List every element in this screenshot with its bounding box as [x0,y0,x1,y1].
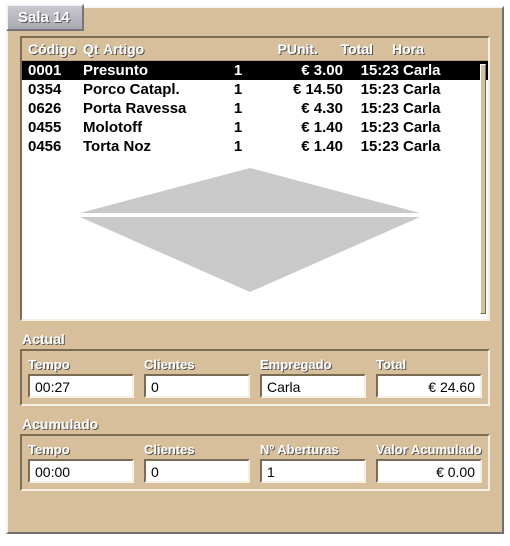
section-acumulado-row: Tempo 00:00 Clientes 0 Nº Aberturas 1 Va… [20,434,490,491]
cell-qt: 1 [213,119,263,136]
cell-codigo: 0626 [28,100,83,117]
acum-aberturas-label: Nº Aberturas [260,442,366,457]
cell-punit: € 3.00 [263,62,343,79]
vertical-scrollbar[interactable] [480,64,486,314]
actual-clientes-field[interactable]: 0 [144,374,250,398]
main-window: Sala 14 Código Qt Artigo PUnit. Total Ho… [6,6,504,534]
window-title-tab: Sala 14 [6,4,84,31]
sort-indicators [22,168,478,292]
cell-qt: 1 [213,138,263,155]
items-list-panel: Código Qt Artigo PUnit. Total Hora 0001P… [20,36,490,321]
cell-qt: 1 [213,100,263,117]
scroll-up-icon[interactable] [80,168,420,213]
cell-artigo: Torta Noz [83,138,213,155]
acum-valor-label: Valor Acumulado [376,442,482,457]
window-title: Sala 14 [18,9,70,26]
section-actual-row: Tempo 00:27 Clientes 0 Empregado Carla T… [20,349,490,406]
table-row[interactable]: 0455Molotoff1€ 1.4015:23Carla [22,118,488,137]
list-header: Código Qt Artigo PUnit. Total Hora [22,38,488,61]
table-row[interactable]: 0626Porta Ravessa1€ 4.3015:23Carla [22,99,488,118]
cell-qt: 1 [213,62,263,79]
cell-artigo: Presunto [83,62,213,79]
cell-user: Carla [403,100,473,117]
col-qt: Qt [83,41,103,57]
col-hora: Hora [392,41,482,57]
table-row[interactable]: 0354Porco Catapl.1€ 14.5015:23Carla [22,80,488,99]
col-codigo: Código [28,41,83,57]
actual-tempo-field[interactable]: 00:27 [28,374,134,398]
acum-aberturas-field[interactable]: 1 [260,459,366,483]
cell-punit: € 4.30 [263,100,343,117]
table-row[interactable]: 0456Torta Noz1€ 1.4015:23Carla [22,137,488,156]
actual-tempo-label: Tempo [28,357,134,372]
cell-punit: € 1.40 [263,119,343,136]
actual-empregado-field[interactable]: Carla [260,374,366,398]
cell-artigo: Molotoff [83,119,213,136]
cell-user: Carla [403,81,473,98]
cell-codigo: 0456 [28,138,83,155]
cell-time: 15:23 [343,138,403,155]
cell-artigo: Porta Ravessa [83,100,213,117]
cell-time: 15:23 [343,100,403,117]
list-rows: 0001Presunto1€ 3.0015:23Carla0354Porco C… [22,61,488,156]
acum-tempo-field[interactable]: 00:00 [28,459,134,483]
cell-punit: € 1.40 [263,138,343,155]
content-area: Código Qt Artigo PUnit. Total Hora 0001P… [8,8,502,501]
section-actual-label: Actual [22,331,490,347]
acum-clientes-field[interactable]: 0 [144,459,250,483]
actual-empregado-label: Empregado [260,357,366,372]
cell-user: Carla [403,119,473,136]
cell-codigo: 0455 [28,119,83,136]
actual-clientes-label: Clientes [144,357,250,372]
cell-artigo: Porco Catapl. [83,81,213,98]
cell-time: 15:23 [343,62,403,79]
acum-valor-field[interactable]: € 0.00 [376,459,482,483]
col-artigo: Artigo [103,41,243,57]
col-punit: PUnit. [243,41,318,57]
acum-clientes-label: Clientes [144,442,250,457]
col-total: Total [318,41,373,57]
table-row[interactable]: 0001Presunto1€ 3.0015:23Carla [22,61,488,80]
cell-codigo: 0001 [28,62,83,79]
cell-codigo: 0354 [28,81,83,98]
cell-user: Carla [403,138,473,155]
scroll-down-icon[interactable] [80,217,420,292]
cell-user: Carla [403,62,473,79]
acum-tempo-label: Tempo [28,442,134,457]
cell-qt: 1 [213,81,263,98]
cell-time: 15:23 [343,81,403,98]
cell-time: 15:23 [343,119,403,136]
cell-punit: € 14.50 [263,81,343,98]
actual-total-field[interactable]: € 24.60 [376,374,482,398]
actual-total-label: Total [376,357,482,372]
section-acumulado-label: Acumulado [22,416,490,432]
